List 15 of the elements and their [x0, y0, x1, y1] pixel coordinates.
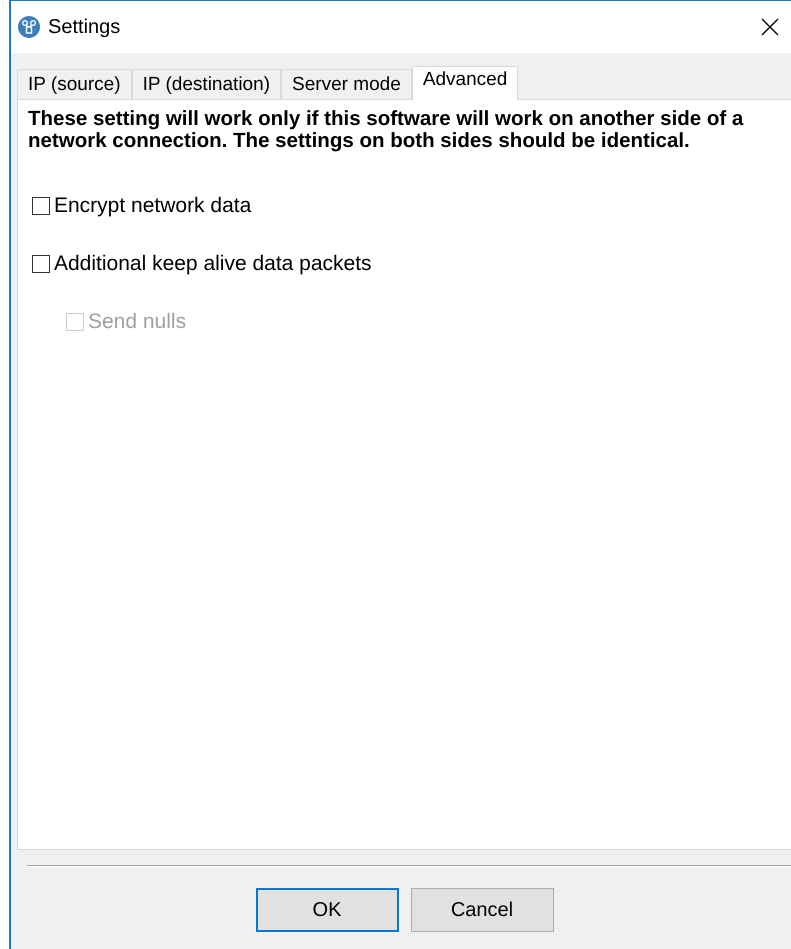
tab[interactable]: IP (destination)	[132, 69, 282, 99]
tab[interactable]: Server mode	[281, 69, 412, 99]
close-icon	[761, 18, 779, 36]
app-icon	[18, 16, 40, 38]
checkbox[interactable]	[32, 255, 50, 273]
option-label: Encrypt network data	[54, 194, 252, 218]
notice-text: These setting will work only if this software will work on another side of a network connection. The settings on both sides should be identical.	[28, 108, 744, 152]
checkbox[interactable]	[32, 197, 50, 215]
dialog-button[interactable]: Cancel	[410, 888, 554, 932]
option-label: Additional keep alive data packets	[54, 252, 372, 276]
option-label: Send nulls	[88, 310, 186, 334]
dialog-button[interactable]: OK	[256, 888, 398, 932]
tab[interactable]: Advanced	[412, 66, 518, 100]
tab[interactable]: IP (source)	[17, 69, 132, 99]
window-title: Settings	[48, 16, 122, 38]
